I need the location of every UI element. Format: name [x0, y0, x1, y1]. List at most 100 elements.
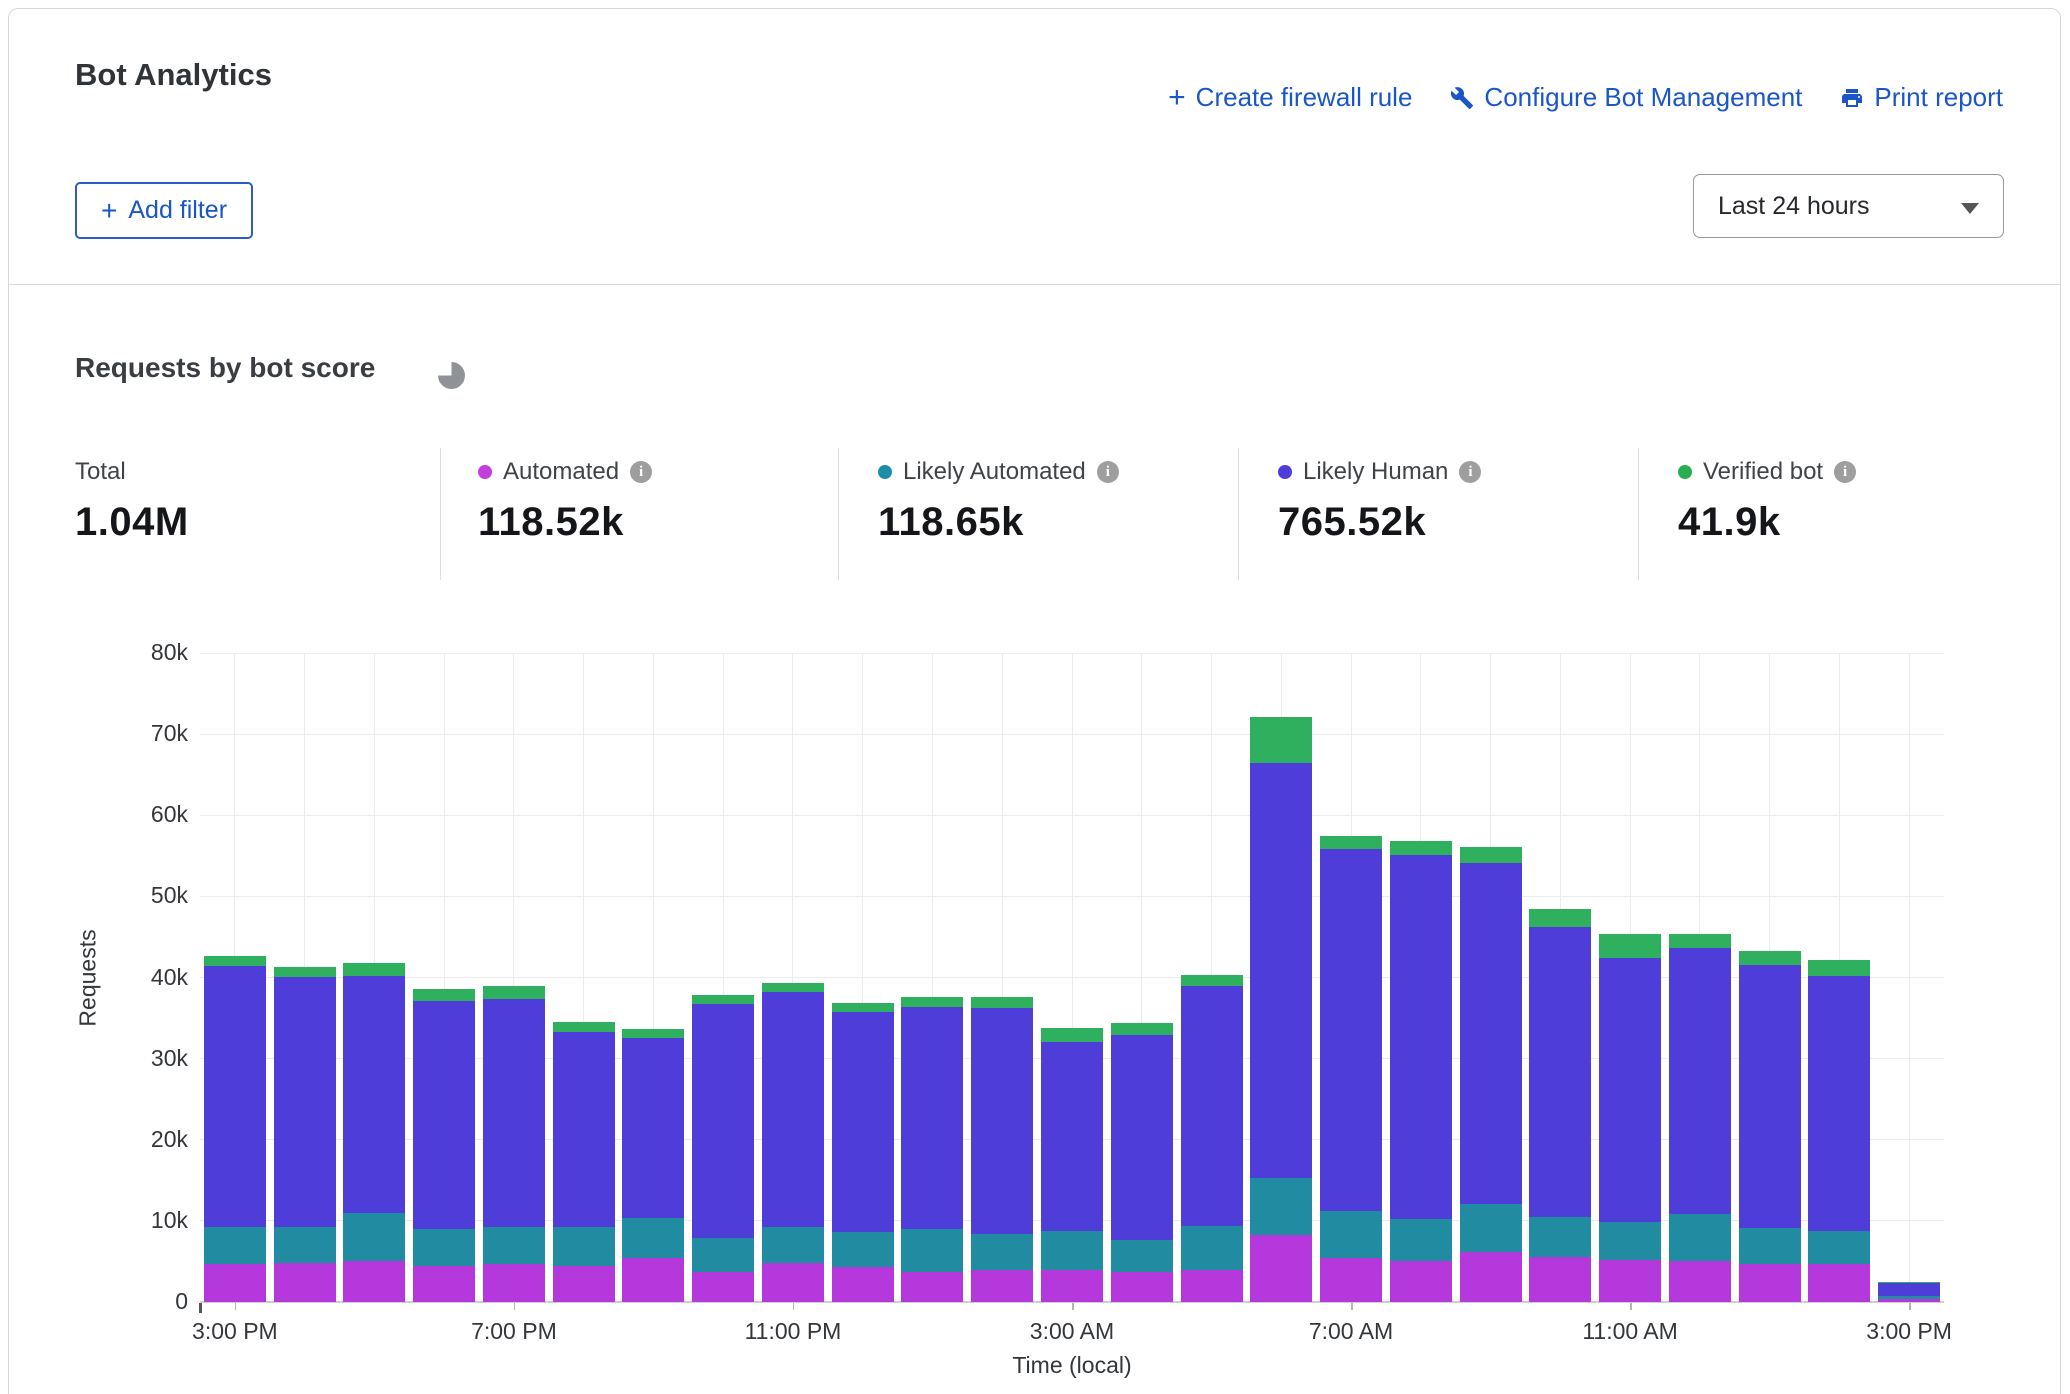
bar-segment-likely-automated[interactable]: [1529, 1217, 1591, 1257]
chart-bar[interactable]: [553, 653, 615, 1302]
bar-segment-likely-automated[interactable]: [274, 1227, 336, 1264]
bar-segment-verified-bot[interactable]: [204, 956, 266, 967]
bar-segment-likely-automated[interactable]: [1390, 1219, 1452, 1260]
bar-segment-verified-bot[interactable]: [692, 995, 754, 1005]
chart-bar[interactable]: [901, 653, 963, 1302]
bar-segment-automated[interactable]: [1878, 1299, 1940, 1302]
bar-segment-likely-automated[interactable]: [762, 1227, 824, 1264]
bar-segment-automated[interactable]: [622, 1258, 684, 1302]
chart-bar[interactable]: [1320, 653, 1382, 1302]
bar-segment-automated[interactable]: [1460, 1252, 1522, 1302]
bar-segment-likely-automated[interactable]: [1669, 1214, 1731, 1261]
bar-segment-verified-bot[interactable]: [622, 1029, 684, 1038]
bar-segment-verified-bot[interactable]: [901, 997, 963, 1007]
bar-segment-automated[interactable]: [274, 1263, 336, 1302]
bar-segment-automated[interactable]: [762, 1263, 824, 1302]
bar-segment-verified-bot[interactable]: [1390, 841, 1452, 855]
bar-segment-verified-bot[interactable]: [1320, 836, 1382, 849]
bar-segment-likely-human[interactable]: [1599, 958, 1661, 1222]
bar-segment-likely-human[interactable]: [762, 992, 824, 1226]
bar-segment-likely-automated[interactable]: [1320, 1211, 1382, 1258]
bar-segment-likely-human[interactable]: [1669, 948, 1731, 1213]
chart-bar[interactable]: [1111, 653, 1173, 1302]
bar-segment-automated[interactable]: [1739, 1264, 1801, 1302]
bar-segment-automated[interactable]: [1390, 1261, 1452, 1302]
bar-segment-verified-bot[interactable]: [762, 983, 824, 992]
bar-segment-likely-human[interactable]: [622, 1038, 684, 1217]
bar-segment-likely-human[interactable]: [1041, 1042, 1103, 1230]
chart-bar[interactable]: [1808, 653, 1870, 1302]
bar-segment-verified-bot[interactable]: [1529, 909, 1591, 927]
bar-segment-automated[interactable]: [901, 1272, 963, 1302]
bar-segment-verified-bot[interactable]: [1181, 975, 1243, 986]
bar-segment-likely-automated[interactable]: [692, 1238, 754, 1272]
bar-segment-likely-human[interactable]: [1878, 1283, 1940, 1297]
bar-segment-verified-bot[interactable]: [274, 967, 336, 977]
bar-segment-likely-human[interactable]: [832, 1012, 894, 1232]
bar-segment-likely-human[interactable]: [553, 1032, 615, 1228]
bar-segment-verified-bot[interactable]: [1250, 717, 1312, 763]
bar-segment-likely-automated[interactable]: [1041, 1231, 1103, 1271]
bar-segment-automated[interactable]: [1529, 1257, 1591, 1302]
chart-bar[interactable]: [622, 653, 684, 1302]
chart-bar[interactable]: [692, 653, 754, 1302]
bar-segment-automated[interactable]: [483, 1264, 545, 1302]
bar-segment-verified-bot[interactable]: [553, 1022, 615, 1032]
bar-segment-likely-human[interactable]: [692, 1004, 754, 1238]
bar-segment-likely-automated[interactable]: [1599, 1222, 1661, 1260]
bar-segment-likely-human[interactable]: [1529, 927, 1591, 1217]
chart-bar[interactable]: [1669, 653, 1731, 1302]
bar-segment-likely-automated[interactable]: [1460, 1204, 1522, 1252]
bar-segment-likely-human[interactable]: [1320, 849, 1382, 1211]
chart-bar[interactable]: [1250, 653, 1312, 1302]
bar-segment-verified-bot[interactable]: [1460, 847, 1522, 863]
bar-segment-automated[interactable]: [832, 1267, 894, 1302]
bar-segment-likely-human[interactable]: [1181, 986, 1243, 1226]
chart-bar[interactable]: [343, 653, 405, 1302]
bar-segment-verified-bot[interactable]: [1041, 1028, 1103, 1043]
bar-segment-likely-automated[interactable]: [1181, 1226, 1243, 1271]
chart-bar[interactable]: [1460, 653, 1522, 1302]
bar-segment-likely-automated[interactable]: [413, 1229, 475, 1266]
chart-bar[interactable]: [1739, 653, 1801, 1302]
bar-segment-automated[interactable]: [1111, 1272, 1173, 1302]
bar-segment-verified-bot[interactable]: [1739, 951, 1801, 966]
bar-segment-likely-automated[interactable]: [1878, 1296, 1940, 1298]
bar-segment-likely-automated[interactable]: [343, 1213, 405, 1262]
bar-segment-likely-human[interactable]: [901, 1007, 963, 1229]
bar-segment-likely-automated[interactable]: [1250, 1178, 1312, 1236]
bar-segment-likely-human[interactable]: [1111, 1035, 1173, 1239]
bar-segment-likely-automated[interactable]: [971, 1234, 1033, 1271]
bar-segment-likely-human[interactable]: [1460, 863, 1522, 1204]
bar-segment-verified-bot[interactable]: [832, 1003, 894, 1013]
bar-segment-likely-automated[interactable]: [622, 1218, 684, 1259]
chart-bar[interactable]: [762, 653, 824, 1302]
bar-segment-verified-bot[interactable]: [1599, 934, 1661, 958]
bar-segment-likely-automated[interactable]: [901, 1229, 963, 1272]
bar-segment-likely-automated[interactable]: [483, 1227, 545, 1264]
chart-bar[interactable]: [1390, 653, 1452, 1302]
chart-bar[interactable]: [483, 653, 545, 1302]
bar-segment-verified-bot[interactable]: [1111, 1023, 1173, 1035]
bar-segment-verified-bot[interactable]: [1878, 1282, 1940, 1283]
bar-segment-likely-human[interactable]: [1250, 763, 1312, 1178]
bar-segment-likely-automated[interactable]: [553, 1227, 615, 1266]
bar-segment-likely-automated[interactable]: [204, 1227, 266, 1264]
chart-bar[interactable]: [832, 653, 894, 1302]
bar-segment-verified-bot[interactable]: [343, 963, 405, 976]
bar-segment-automated[interactable]: [1808, 1264, 1870, 1302]
bar-segment-likely-automated[interactable]: [1808, 1231, 1870, 1263]
bar-segment-automated[interactable]: [1320, 1258, 1382, 1302]
bar-segment-automated[interactable]: [343, 1261, 405, 1302]
bar-segment-automated[interactable]: [692, 1272, 754, 1302]
bar-segment-automated[interactable]: [1250, 1235, 1312, 1302]
bar-segment-likely-human[interactable]: [1390, 855, 1452, 1219]
bar-segment-automated[interactable]: [1041, 1270, 1103, 1302]
bar-segment-verified-bot[interactable]: [483, 986, 545, 998]
bar-segment-likely-automated[interactable]: [1739, 1228, 1801, 1264]
bar-segment-automated[interactable]: [1181, 1270, 1243, 1302]
bar-segment-automated[interactable]: [553, 1266, 615, 1302]
bar-segment-automated[interactable]: [971, 1270, 1033, 1302]
bar-segment-likely-human[interactable]: [1808, 976, 1870, 1232]
bar-segment-likely-human[interactable]: [343, 976, 405, 1213]
